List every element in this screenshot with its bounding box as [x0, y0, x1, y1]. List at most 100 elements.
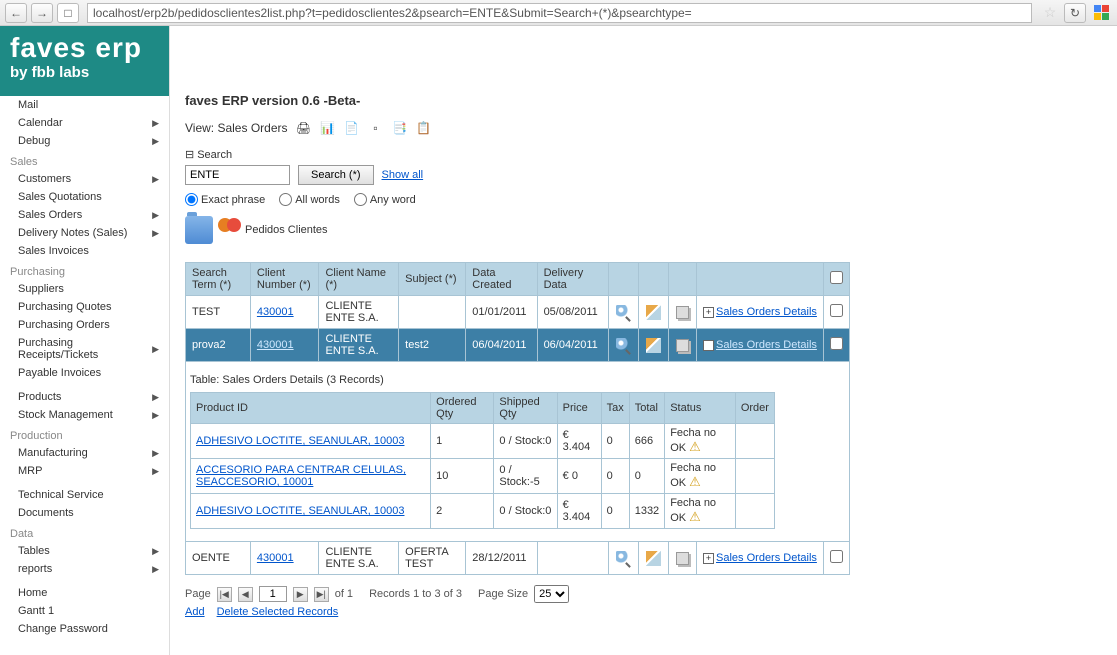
- copy-icon[interactable]: [676, 339, 689, 352]
- folder-icon[interactable]: [185, 216, 213, 244]
- delete-link[interactable]: Delete Selected Records: [217, 606, 339, 618]
- expand-icon[interactable]: +: [703, 307, 714, 318]
- reload-button[interactable]: ↻: [1064, 3, 1086, 23]
- row-checkbox[interactable]: [830, 337, 843, 350]
- radio-all[interactable]: All words: [279, 193, 340, 206]
- edit-icon[interactable]: [646, 305, 661, 320]
- menu-delivery-notes[interactable]: Delivery Notes (Sales)▶: [0, 224, 169, 242]
- view-label: View: Sales Orders: [185, 121, 288, 135]
- menu-debug[interactable]: Debug▶: [0, 132, 169, 150]
- detail-title: Table: Sales Orders Details (3 Records): [190, 374, 845, 386]
- menu-reports[interactable]: reports▶: [0, 560, 169, 578]
- print-icon[interactable]: 🖨: [296, 120, 312, 136]
- collapse-icon[interactable]: −: [703, 340, 714, 351]
- table-row-selected[interactable]: prova2 430001 CLIENTE ENTE S.A. test2 06…: [186, 329, 850, 362]
- menu-home[interactable]: Home: [0, 584, 169, 602]
- content: faves ERP version 0.6 -Beta- View: Sales…: [170, 26, 1117, 655]
- menu-mrp[interactable]: MRP▶: [0, 462, 169, 480]
- copy-icon[interactable]: [676, 306, 689, 319]
- client-number-link[interactable]: 430001: [257, 552, 294, 564]
- last-page-button[interactable]: ▶|: [314, 587, 329, 602]
- table-row[interactable]: OENTE 430001 CLIENTE ENTE S.A. OFERTA TE…: [186, 542, 850, 575]
- client-number-link[interactable]: 430001: [257, 339, 294, 351]
- menu-chpw[interactable]: Change Password: [0, 620, 169, 638]
- add-link[interactable]: Add: [185, 606, 205, 618]
- page-title: faves ERP version 0.6 -Beta-: [185, 93, 1102, 108]
- prev-page-button[interactable]: ◀: [238, 587, 253, 602]
- row-checkbox[interactable]: [830, 304, 843, 317]
- word-icon[interactable]: 📄: [344, 120, 360, 136]
- radio-any[interactable]: Any word: [354, 193, 416, 206]
- radio-exact[interactable]: Exact phrase: [185, 193, 265, 206]
- menu-customers[interactable]: Customers▶: [0, 170, 169, 188]
- menu-mail[interactable]: Mail: [0, 96, 169, 114]
- details-link[interactable]: Sales Orders Details: [716, 552, 817, 564]
- expand-icon[interactable]: +: [703, 553, 714, 564]
- view-icon[interactable]: [616, 551, 631, 566]
- col-client-number[interactable]: Client Number (*): [250, 263, 319, 296]
- back-button[interactable]: ←: [5, 3, 27, 23]
- col-data-created[interactable]: Data Created: [466, 263, 537, 296]
- table-row[interactable]: TEST 430001 CLIENTE ENTE S.A. 01/01/2011…: [186, 296, 850, 329]
- search-input[interactable]: [185, 165, 290, 185]
- page-size-select[interactable]: 25: [534, 585, 569, 603]
- menu-sales-invoices[interactable]: Sales Invoices: [0, 242, 169, 260]
- search-button[interactable]: Search (*): [298, 165, 374, 185]
- edit-icon[interactable]: [646, 551, 661, 566]
- people-icon[interactable]: [215, 216, 243, 244]
- dcol-oqty: Ordered Qty: [431, 393, 494, 424]
- menu-purchasing-orders[interactable]: Purchasing Orders: [0, 316, 169, 334]
- product-link[interactable]: ADHESIVO LOCTITE, SEANULAR, 10003: [196, 435, 404, 447]
- copy-icon[interactable]: [676, 552, 689, 565]
- collapse-search-icon[interactable]: ⊟: [185, 148, 194, 161]
- excel-icon[interactable]: 📊: [320, 120, 336, 136]
- client-number-link[interactable]: 430001: [257, 306, 294, 318]
- view-icon[interactable]: [616, 338, 631, 353]
- detail-row: ADHESIVO LOCTITE, SEANULAR, 10003 20 / S…: [191, 494, 775, 529]
- detail-row: ACCESORIO PARA CENTRAR CELULAS, SEACCESO…: [191, 459, 775, 494]
- export-icon[interactable]: 📑: [392, 120, 408, 136]
- logo-main: faves erp: [10, 34, 159, 62]
- select-all-checkbox[interactable]: [830, 271, 843, 284]
- details-table: Product ID Ordered Qty Shipped Qty Price…: [190, 392, 775, 529]
- csv-icon[interactable]: ▫: [368, 120, 384, 136]
- menu-tables[interactable]: Tables▶: [0, 542, 169, 560]
- xml-icon[interactable]: 📋: [416, 120, 432, 136]
- warning-icon: ⚠: [689, 439, 701, 454]
- page-input[interactable]: [259, 586, 287, 602]
- menu-suppliers[interactable]: Suppliers: [0, 280, 169, 298]
- cat-sales: Sales: [0, 150, 169, 170]
- edit-icon[interactable]: [646, 338, 661, 353]
- product-link[interactable]: ACCESORIO PARA CENTRAR CELULAS, SEACCESO…: [196, 464, 406, 488]
- menu-calendar[interactable]: Calendar▶: [0, 114, 169, 132]
- view-icon[interactable]: [616, 305, 631, 320]
- menu-documents[interactable]: Documents: [0, 504, 169, 522]
- row-checkbox[interactable]: [830, 550, 843, 563]
- menu-gantt[interactable]: Gantt 1: [0, 602, 169, 620]
- bookmark-star-icon[interactable]: ☆: [1040, 3, 1060, 23]
- menu-stock[interactable]: Stock Management▶: [0, 406, 169, 424]
- col-delivery-data[interactable]: Delivery Data: [537, 263, 608, 296]
- show-all-link[interactable]: Show all: [382, 169, 424, 181]
- menu-purchasing-receipts[interactable]: Purchasing Receipts/Tickets▶: [0, 334, 169, 364]
- forward-button[interactable]: →: [31, 3, 53, 23]
- menu-manufacturing[interactable]: Manufacturing▶: [0, 444, 169, 462]
- menu-sales-orders[interactable]: Sales Orders▶: [0, 206, 169, 224]
- menu-payable-invoices[interactable]: Payable Invoices: [0, 364, 169, 382]
- details-link[interactable]: Sales Orders Details: [716, 306, 817, 318]
- dcol-status: Status: [665, 393, 736, 424]
- col-subject[interactable]: Subject (*): [399, 263, 466, 296]
- product-link[interactable]: ADHESIVO LOCTITE, SEANULAR, 10003: [196, 505, 404, 517]
- menu-sales-quotations[interactable]: Sales Quotations: [0, 188, 169, 206]
- menu-products[interactable]: Products▶: [0, 388, 169, 406]
- col-client-name[interactable]: Client Name (*): [319, 263, 399, 296]
- url-bar[interactable]: localhost/erp2b/pedidosclientes2list.php…: [87, 3, 1032, 23]
- col-search-term[interactable]: Search Term (*): [186, 263, 251, 296]
- menu-technical[interactable]: Technical Service: [0, 486, 169, 504]
- cat-data: Data: [0, 522, 169, 542]
- google-extension-icon[interactable]: [1090, 3, 1112, 23]
- details-link[interactable]: Sales Orders Details: [716, 339, 817, 351]
- first-page-button[interactable]: |◀: [217, 587, 232, 602]
- next-page-button[interactable]: ▶: [293, 587, 308, 602]
- menu-purchasing-quotes[interactable]: Purchasing Quotes: [0, 298, 169, 316]
